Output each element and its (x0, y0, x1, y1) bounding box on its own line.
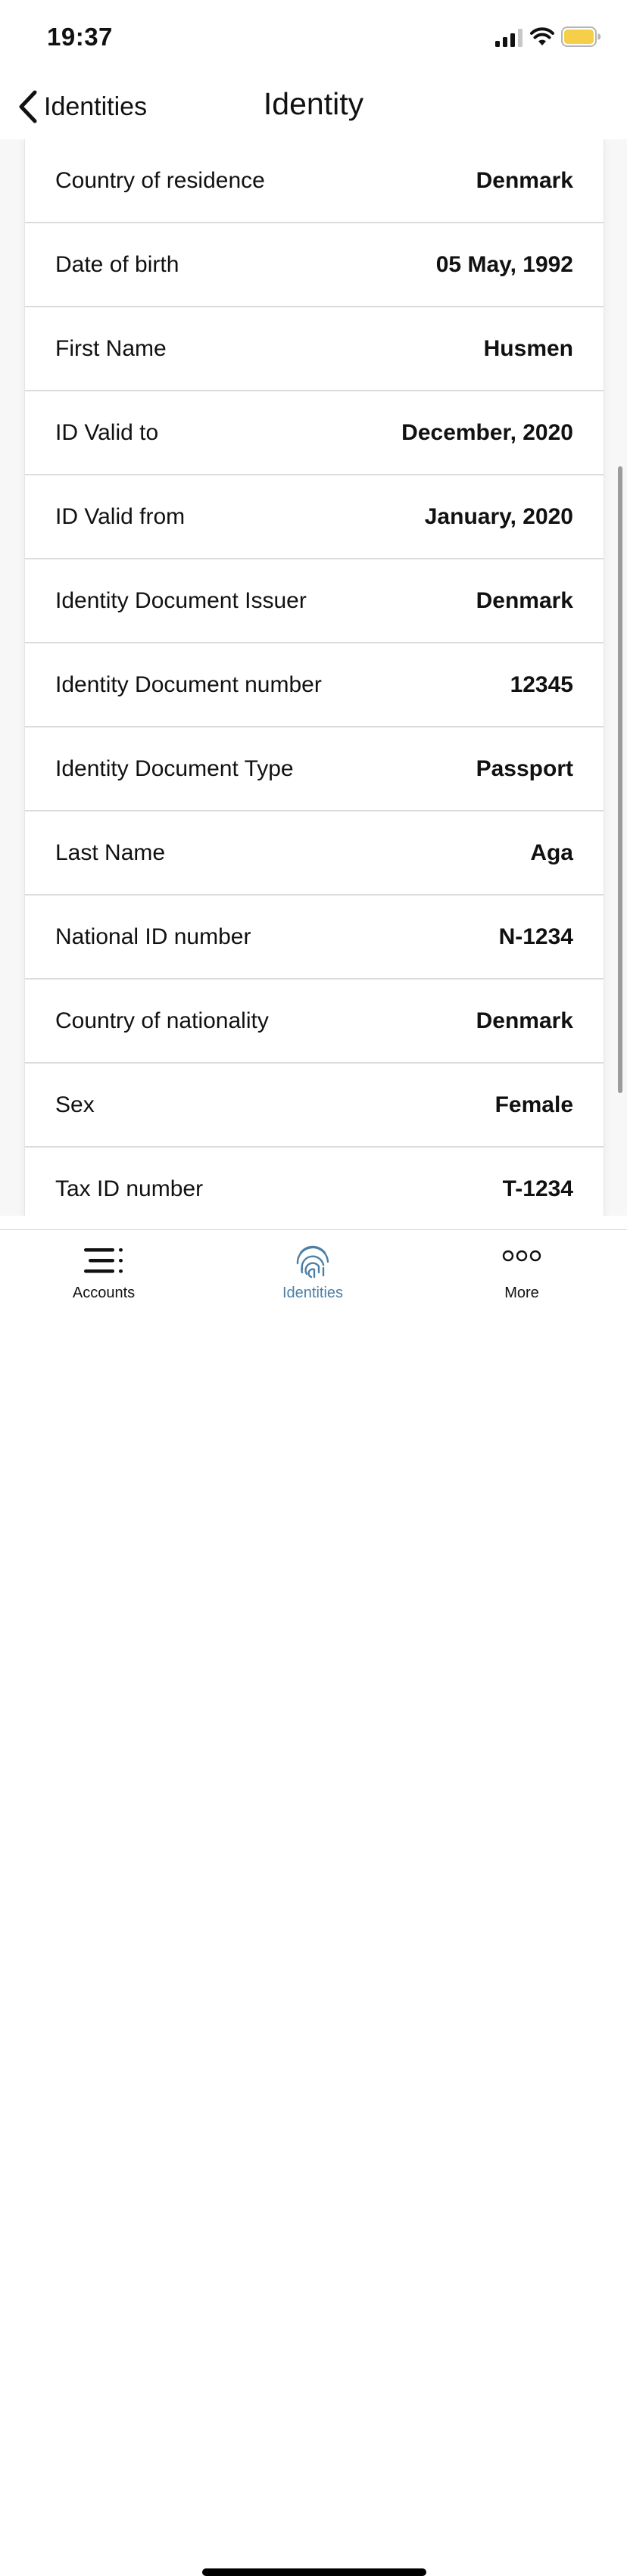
detail-label: Date of birth (55, 251, 179, 277)
accounts-list-icon (84, 1248, 123, 1273)
detail-value: Husmen (483, 335, 573, 361)
tab-accounts[interactable]: Accounts (36, 1242, 172, 1315)
detail-label: ID Valid from (55, 503, 186, 529)
detail-row-id-valid-to: ID Valid to December, 2020 (25, 391, 604, 475)
detail-row-last-name: Last Name Aga (25, 811, 604, 896)
detail-row-sex: Sex Female (25, 1064, 604, 1148)
detail-label: First Name (55, 335, 167, 361)
page-title: Identity (263, 86, 364, 121)
home-indicator (202, 2568, 426, 2576)
detail-label: National ID number (55, 924, 251, 949)
detail-label: Tax ID number (55, 1176, 204, 1201)
navigation-bar: Identities Identity (0, 76, 627, 139)
detail-row-document-number: Identity Document number 12345 (25, 643, 604, 727)
detail-row-tax-id: Tax ID number T-1234 (25, 1148, 604, 1216)
detail-label: Last Name (55, 839, 166, 865)
detail-value: T-1234 (502, 1176, 573, 1201)
detail-value: N-1234 (498, 924, 573, 949)
detail-label: ID Valid to (55, 419, 159, 445)
detail-value: Aga (530, 839, 573, 865)
detail-row-document-type: Identity Document Type Passport (25, 727, 604, 811)
tab-identities[interactable]: Identities (245, 1242, 381, 1315)
detail-value: December, 2020 (401, 419, 573, 445)
identity-details-card: Country of residence Denmark Date of bir… (24, 139, 604, 1216)
detail-value: Denmark (476, 167, 573, 193)
tab-label: Accounts (72, 1285, 136, 1301)
wifi-icon (530, 27, 554, 45)
detail-row-country-of-nationality: Country of nationality Denmark (25, 980, 604, 1064)
tab-more[interactable]: More (454, 1242, 590, 1315)
detail-value: Denmark (476, 1008, 573, 1033)
status-bar: 19:37 (0, 0, 627, 76)
tab-label: More (504, 1285, 539, 1301)
fingerprint-icon (296, 1245, 329, 1279)
detail-label: Sex (55, 1092, 95, 1117)
scrollbar[interactable] (618, 466, 622, 1093)
detail-label: Identity Document Type (55, 755, 294, 781)
detail-value: 12345 (510, 671, 573, 697)
detail-label: Identity Document number (55, 671, 322, 697)
detail-value: Denmark (476, 587, 573, 613)
detail-value: 05 May, 1992 (435, 251, 573, 277)
detail-row-date-of-birth: Date of birth 05 May, 1992 (25, 223, 604, 307)
detail-label: Country of nationality (55, 1008, 269, 1033)
detail-label: Country of residence (55, 167, 265, 193)
battery-icon (561, 26, 600, 47)
detail-row-id-valid-from: ID Valid from January, 2020 (25, 475, 604, 559)
tab-label: Identities (282, 1285, 344, 1301)
detail-row-first-name: First Name Husmen (25, 307, 604, 391)
status-time: 19:37 (47, 23, 113, 51)
detail-value: January, 2020 (424, 503, 573, 529)
detail-value: Passport (476, 755, 573, 781)
tab-bar: Accounts Identities More (0, 1229, 627, 2576)
detail-label: Identity Document Issuer (55, 587, 307, 613)
signal-icon (495, 29, 522, 47)
detail-row-country-of-residence: Country of residence Denmark (25, 139, 604, 223)
identity-details-scroll[interactable]: Country of residence Denmark Date of bir… (0, 139, 627, 1216)
detail-value: Female (494, 1092, 573, 1117)
detail-row-national-id: National ID number N-1234 (25, 896, 604, 980)
more-dots-icon (502, 1250, 541, 1262)
detail-row-document-issuer: Identity Document Issuer Denmark (25, 559, 604, 643)
